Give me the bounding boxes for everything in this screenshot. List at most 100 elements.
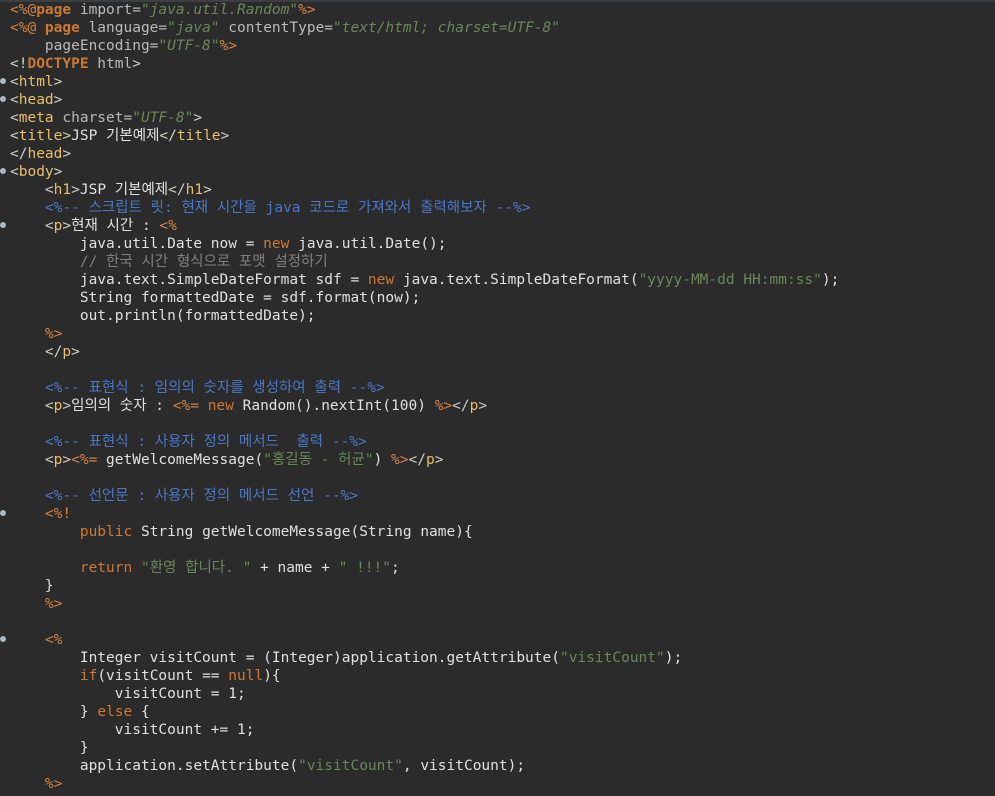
code-token: <%! bbox=[10, 506, 72, 522]
code-token: p bbox=[425, 452, 435, 468]
code-line[interactable]: <body> bbox=[10, 163, 62, 181]
fold-marker-icon[interactable] bbox=[0, 222, 6, 228]
code-line[interactable]: <meta charset="UTF-8"> bbox=[10, 109, 202, 127]
code-token: "text/html; charset=UTF-8" bbox=[333, 20, 561, 36]
code-token: <%@ bbox=[10, 20, 45, 36]
code-token: <%-- 표현식 : 임의의 숫자를 생성하여 출력 --%> bbox=[10, 380, 385, 396]
code-line[interactable]: <!DOCTYPE html> bbox=[10, 55, 141, 73]
code-token: h1 bbox=[53, 182, 72, 198]
code-line[interactable]: </head> bbox=[10, 145, 71, 163]
code-token: pageEncoding= bbox=[10, 38, 159, 54]
code-line[interactable]: <title>JSP 기본예제</title> bbox=[10, 127, 229, 145]
code-token: title bbox=[176, 128, 221, 144]
code-token: contentType= bbox=[219, 20, 334, 36]
code-token: JSP 기본예제 bbox=[71, 128, 160, 144]
code-token: ){ bbox=[263, 668, 281, 684]
code-token: %> bbox=[298, 2, 316, 18]
code-line[interactable]: <%@ page language="java" contentType="te… bbox=[10, 19, 560, 37]
code-line[interactable]: %> bbox=[10, 325, 62, 343]
code-token: } bbox=[10, 740, 89, 756]
code-token: <! bbox=[10, 56, 28, 72]
code-line[interactable]: java.text.SimpleDateFormat sdf = new jav… bbox=[10, 271, 840, 289]
code-token: else bbox=[97, 704, 133, 720]
code-token: < bbox=[10, 92, 19, 108]
code-line[interactable]: <%-- 표현식 : 사용자 정의 메서드 출력 --%> bbox=[10, 433, 367, 451]
code-token: > bbox=[203, 182, 212, 198]
code-line[interactable]: <%! bbox=[10, 505, 71, 523]
code-token: > bbox=[53, 92, 63, 108]
code-line[interactable]: } else { bbox=[10, 703, 150, 721]
code-token: < bbox=[10, 74, 19, 90]
code-token: } bbox=[10, 704, 98, 720]
code-token: import= bbox=[71, 2, 141, 18]
code-line[interactable]: visitCount = 1; bbox=[10, 685, 246, 703]
code-token: > bbox=[62, 128, 72, 144]
code-token: %> bbox=[10, 776, 63, 792]
code-line[interactable]: return "환영 합니다. " + name + " !!!"; bbox=[10, 559, 400, 577]
code-token: %> bbox=[434, 398, 453, 414]
code-line[interactable]: <head> bbox=[10, 91, 62, 109]
code-line[interactable]: } bbox=[10, 739, 89, 757]
code-line[interactable]: public String getWelcomeMessage(String n… bbox=[10, 523, 473, 541]
code-token: <%= bbox=[71, 452, 98, 468]
code-token: public bbox=[79, 524, 133, 540]
code-token: 현재 시간 : bbox=[71, 218, 160, 234]
code-token: page bbox=[44, 20, 80, 36]
code-token: null bbox=[228, 668, 264, 684]
code-token: ); bbox=[821, 272, 840, 288]
code-line[interactable]: String formattedDate = sdf.format(now); bbox=[10, 289, 420, 307]
code-token: "UTF-8" bbox=[158, 38, 220, 54]
code-line[interactable]: // 한국 시간 형식으로 포맷 설정하기 bbox=[10, 253, 328, 271]
code-token: "java" bbox=[167, 20, 220, 36]
code-line[interactable]: java.util.Date now = new java.util.Date(… bbox=[10, 235, 447, 253]
code-token: getWelcomeMessage( bbox=[97, 452, 264, 468]
code-line[interactable]: Integer visitCount = (Integer)applicatio… bbox=[10, 649, 682, 667]
code-line[interactable]: %> bbox=[10, 595, 62, 613]
code-token: > bbox=[478, 398, 488, 414]
code-token: > bbox=[62, 452, 72, 468]
code-line[interactable]: <p>현재 시간 : <% bbox=[10, 217, 177, 235]
code-line[interactable]: <h1>JSP 기본예제</h1> bbox=[10, 181, 212, 199]
code-line[interactable]: pageEncoding="UTF-8"%> bbox=[10, 37, 237, 55]
code-token: out.println(formattedDate); bbox=[10, 308, 316, 324]
code-token: JSP 기본예제 bbox=[79, 182, 169, 198]
fold-marker-icon[interactable] bbox=[0, 168, 6, 174]
code-line[interactable]: <html> bbox=[10, 73, 62, 91]
code-line[interactable]: %> bbox=[10, 775, 62, 793]
code-token: </ bbox=[452, 398, 470, 414]
code-line[interactable]: <%-- 선언문 : 사용자 정의 메서드 선언 --%> bbox=[10, 487, 358, 505]
code-token: meta bbox=[18, 110, 54, 126]
code-token: Integer visitCount = (Integer)applicatio… bbox=[10, 650, 560, 666]
code-token: html bbox=[18, 74, 54, 90]
code-token: ) bbox=[373, 452, 392, 468]
fold-marker-icon[interactable] bbox=[0, 96, 6, 102]
code-token: </ bbox=[408, 452, 426, 468]
code-line[interactable]: application.setAttribute("visitCount", v… bbox=[10, 757, 525, 775]
code-token: "visitCount" bbox=[298, 758, 403, 774]
code-editor[interactable]: <%@page import="java.util.Random"%> <%@ p… bbox=[0, 0, 995, 796]
code-line[interactable]: out.println(formattedDate); bbox=[10, 307, 316, 325]
code-line[interactable]: <% bbox=[10, 631, 62, 649]
code-token: > bbox=[53, 74, 63, 90]
code-line[interactable]: <p>임의의 숫자 : <%= new Random().nextInt(100… bbox=[10, 397, 487, 415]
code-token: %> bbox=[391, 452, 409, 468]
code-line[interactable]: <%@page import="java.util.Random"%> bbox=[10, 1, 316, 19]
code-line[interactable]: <p><%= getWelcomeMessage("홍길동 - 허균") %><… bbox=[10, 451, 444, 469]
code-token: > bbox=[132, 56, 141, 72]
code-token: } bbox=[10, 578, 54, 594]
code-line[interactable]: <%-- 스크립트 릿: 현재 시간을 java 코드로 가져와서 출력해보자 … bbox=[10, 199, 531, 217]
code-line[interactable]: <%-- 표현식 : 임의의 숫자를 생성하여 출력 --%> bbox=[10, 379, 385, 397]
fold-marker-icon[interactable] bbox=[0, 78, 6, 84]
code-line[interactable]: visitCount += 1; bbox=[10, 721, 255, 739]
code-line[interactable]: </p> bbox=[10, 343, 80, 361]
code-line[interactable]: if(visitCount == null){ bbox=[10, 667, 281, 685]
code-token: %> bbox=[219, 38, 237, 54]
fold-marker-icon[interactable] bbox=[0, 510, 6, 516]
fold-marker-icon[interactable] bbox=[0, 636, 6, 642]
code-token: "UTF-8" bbox=[132, 110, 194, 126]
code-token: application.setAttribute( bbox=[10, 758, 299, 774]
code-line[interactable]: } bbox=[10, 577, 54, 595]
